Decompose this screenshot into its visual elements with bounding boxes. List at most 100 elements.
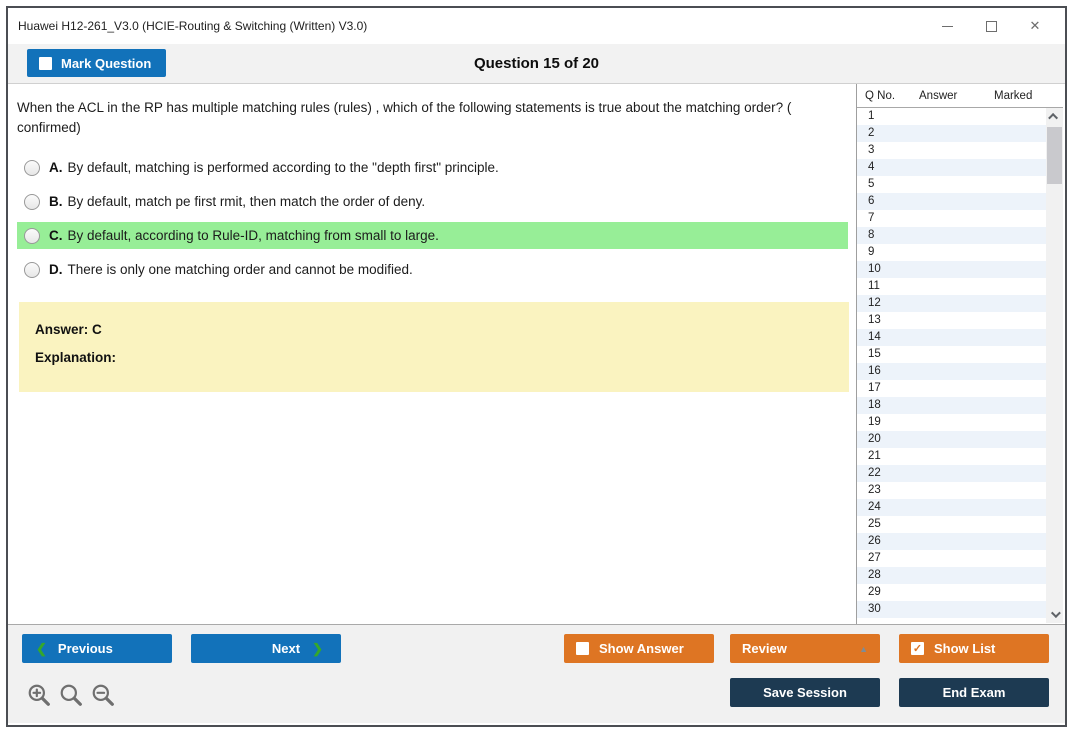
zoom-reset-icon[interactable] xyxy=(59,683,83,707)
question-list-row[interactable]: 4 xyxy=(857,159,1046,176)
minimize-icon xyxy=(941,25,953,27)
question-list-row[interactable]: 1 xyxy=(857,108,1046,125)
answer-cell xyxy=(907,601,979,618)
answer-cell xyxy=(907,278,979,295)
mark-question-label: Mark Question xyxy=(61,55,152,71)
save-session-button[interactable]: Save Session xyxy=(730,678,880,707)
question-list-row[interactable]: 12 xyxy=(857,295,1046,312)
question-list-row[interactable]: 22 xyxy=(857,465,1046,482)
show-answer-button[interactable]: Show Answer xyxy=(564,634,714,663)
qno-cell: 9 xyxy=(868,246,875,258)
question-list-row[interactable]: 5 xyxy=(857,176,1046,193)
question-list-row[interactable]: 23 xyxy=(857,482,1046,499)
marked-cell xyxy=(979,533,1046,550)
question-list-row[interactable]: 17 xyxy=(857,380,1046,397)
qno-cell: 21 xyxy=(868,450,881,462)
question-list-row[interactable]: 14 xyxy=(857,329,1046,346)
show-list-button[interactable]: ✓ Show List xyxy=(899,634,1049,663)
answer-cell xyxy=(907,295,979,312)
close-button[interactable]: ✕ xyxy=(1013,8,1057,44)
option-row-a[interactable]: A. By default, matching is performed acco… xyxy=(17,154,848,181)
scroll-up-button[interactable] xyxy=(1046,108,1063,125)
answer-cell xyxy=(907,193,979,210)
scrollbar[interactable] xyxy=(1046,108,1063,623)
explanation-label: Explanation: xyxy=(35,350,117,365)
answer-cell xyxy=(907,159,979,176)
zoom-in-icon[interactable] xyxy=(27,683,51,707)
question-list-body: 1 2 3 4 5 6 7 8 9 10 11 12 13 14 15 16 17 18 19 20 21 22 23 24 2… xyxy=(857,108,1046,618)
mark-question-checkbox[interactable] xyxy=(39,56,52,70)
question-list-row[interactable]: 7 xyxy=(857,210,1046,227)
qno-cell: 24 xyxy=(868,501,881,513)
qno-cell: 18 xyxy=(868,399,881,411)
maximize-button[interactable] xyxy=(969,8,1013,44)
question-list-row[interactable]: 25 xyxy=(857,516,1046,533)
show-answer-label: Show Answer xyxy=(599,641,684,656)
next-button[interactable]: Next ❯ xyxy=(191,634,341,663)
review-label: Review xyxy=(742,641,787,656)
option-row-b[interactable]: B. By default, match pe first rmit, then … xyxy=(17,188,848,215)
qno-cell: 2 xyxy=(868,127,875,139)
scroll-down-button[interactable] xyxy=(1046,606,1063,623)
question-list-row[interactable]: 18 xyxy=(857,397,1046,414)
review-button[interactable]: Review ▲ xyxy=(730,634,880,663)
question-list-row[interactable]: 13 xyxy=(857,312,1046,329)
question-list-row[interactable]: 2 xyxy=(857,125,1046,142)
qno-cell: 29 xyxy=(868,586,881,598)
option-row-d[interactable]: D. There is only one matching order and c… xyxy=(17,256,848,283)
question-list-row[interactable]: 9 xyxy=(857,244,1046,261)
scrollbar-thumb[interactable] xyxy=(1047,127,1062,184)
question-list-row[interactable]: 27 xyxy=(857,550,1046,567)
show-list-checkbox[interactable]: ✓ xyxy=(911,642,924,655)
answer-cell xyxy=(907,244,979,261)
question-list-row[interactable]: 6 xyxy=(857,193,1046,210)
qno-cell: 17 xyxy=(868,382,881,394)
marked-cell xyxy=(979,363,1046,380)
radio-button-icon[interactable] xyxy=(24,159,40,176)
qno-cell: 11 xyxy=(868,280,880,292)
answer-cell xyxy=(907,465,979,482)
question-list-row[interactable]: 28 xyxy=(857,567,1046,584)
question-list-row[interactable]: 24 xyxy=(857,499,1046,516)
question-list-row[interactable]: 10 xyxy=(857,261,1046,278)
marked-cell xyxy=(979,414,1046,431)
minimize-button[interactable] xyxy=(925,8,969,44)
question-list-row[interactable]: 8 xyxy=(857,227,1046,244)
answer-cell xyxy=(907,482,979,499)
end-exam-button[interactable]: End Exam xyxy=(899,678,1049,707)
qno-cell: 30 xyxy=(868,603,881,615)
question-list-row[interactable]: 21 xyxy=(857,448,1046,465)
triangle-up-icon: ▲ xyxy=(859,643,868,654)
previous-button[interactable]: ❮ Previous xyxy=(22,634,172,663)
qno-cell: 1 xyxy=(868,110,875,122)
marked-cell xyxy=(979,482,1046,499)
qno-cell: 27 xyxy=(868,552,881,564)
show-answer-checkbox[interactable] xyxy=(576,642,589,655)
radio-button-icon[interactable] xyxy=(24,261,40,278)
question-list-row[interactable]: 26 xyxy=(857,533,1046,550)
question-list-row[interactable]: 19 xyxy=(857,414,1046,431)
radio-button-icon[interactable] xyxy=(24,227,40,244)
answer-cell xyxy=(907,516,979,533)
marked-cell xyxy=(979,397,1046,414)
answer-cell xyxy=(907,346,979,363)
marked-cell xyxy=(979,516,1046,533)
question-list-panel: Q No. Answer Marked 1 2 3 4 5 6 7 8 9 10 11 12 13 14 1… xyxy=(856,84,1063,624)
question-list-row[interactable]: 29 xyxy=(857,584,1046,601)
question-list-row[interactable]: 15 xyxy=(857,346,1046,363)
question-list-row[interactable]: 11 xyxy=(857,278,1046,295)
question-list-row[interactable]: 3 xyxy=(857,142,1046,159)
mark-question-button[interactable]: Mark Question xyxy=(27,49,167,77)
question-list-row[interactable]: 30 xyxy=(857,601,1046,618)
question-list-row[interactable]: 20 xyxy=(857,431,1046,448)
answer-cell xyxy=(907,448,979,465)
qno-cell: 25 xyxy=(868,518,881,530)
option-row-c[interactable]: C. By default, according to Rule-ID, matc… xyxy=(17,222,848,249)
radio-button-icon[interactable] xyxy=(24,193,40,210)
answer-cell xyxy=(907,176,979,193)
zoom-out-icon[interactable] xyxy=(91,683,115,707)
qno-cell: 4 xyxy=(868,161,875,173)
question-list-row[interactable]: 16 xyxy=(857,363,1046,380)
option-text: By default, matching is performed accord… xyxy=(67,160,499,175)
marked-cell xyxy=(979,295,1046,312)
